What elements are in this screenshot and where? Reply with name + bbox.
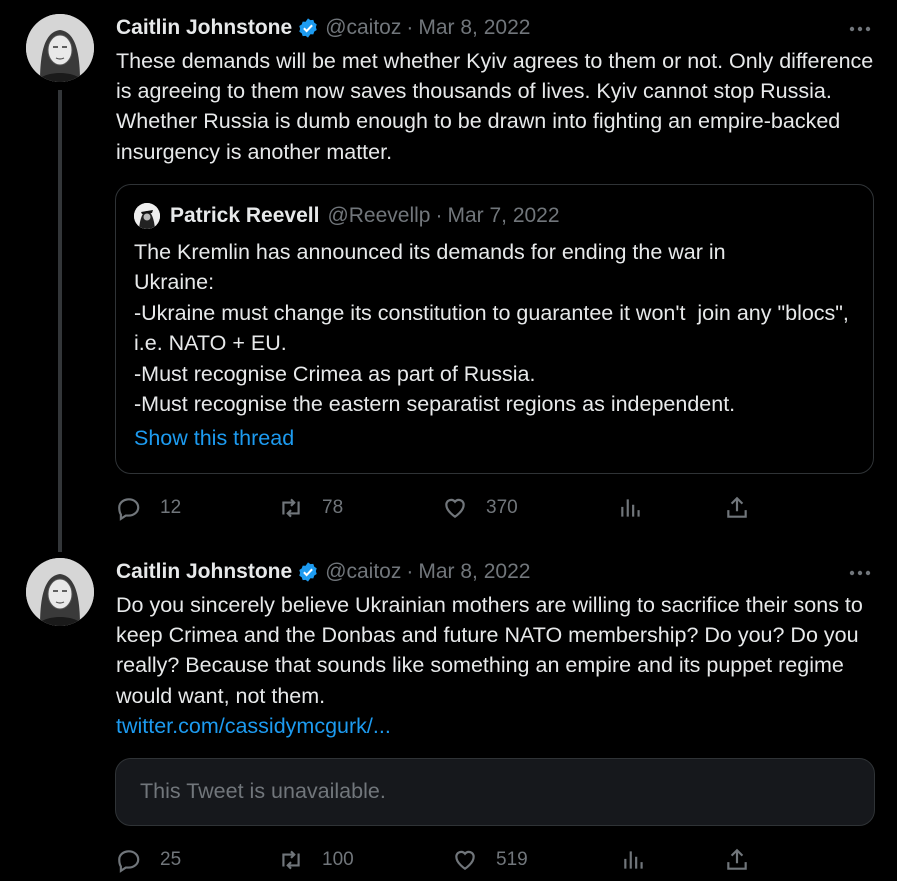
more-options-icon[interactable] <box>847 19 873 39</box>
tweet-text: Do you sincerely believe Ukrainian mothe… <box>116 590 876 741</box>
retweet-icon <box>282 850 300 870</box>
quoted-avatar-icon <box>134 203 160 229</box>
author-handle[interactable]: @caitoz <box>325 16 401 40</box>
show-thread-link[interactable]: Show this thread <box>134 426 294 451</box>
reply-icon <box>118 498 140 521</box>
retweet-button[interactable]: 100 <box>278 845 354 875</box>
quoted-tweet[interactable]: Patrick Reevell @Reevellp · Mar 7, 2022 … <box>115 184 874 474</box>
reply-button[interactable]: 25 <box>116 845 181 875</box>
reply-icon <box>118 850 140 873</box>
author-handle[interactable]: @caitoz <box>325 560 401 584</box>
verified-badge-icon <box>299 18 317 38</box>
unavailable-text: This Tweet is unavailable. <box>140 779 386 803</box>
retweet-icon <box>282 498 300 518</box>
heart-icon <box>455 850 475 870</box>
quoted-tweet-date: Mar 7, 2022 <box>447 204 560 227</box>
tweet-header: Caitlin Johnstone @caitoz · Mar 8, 2022 <box>116 13 530 43</box>
header-separator: · <box>406 16 414 39</box>
tweet-header: Caitlin Johnstone @caitoz · Mar 8, 2022 <box>116 557 530 587</box>
share-button[interactable] <box>724 493 750 523</box>
avatar[interactable] <box>26 14 94 82</box>
quoted-author-handle: @Reevellp <box>327 204 431 227</box>
quoted-author-name: Patrick Reevell <box>170 204 320 227</box>
verified-badge-icon <box>299 562 317 582</box>
retweet-count: 100 <box>322 849 354 870</box>
tweet-2[interactable]: Caitlin Johnstone @caitoz · Mar 8, 2022 … <box>0 540 897 881</box>
tweet-actions: 12 78 370 <box>116 493 756 523</box>
tweet-1[interactable]: Caitlin Johnstone @caitoz · Mar 8, 2022 … <box>0 0 897 540</box>
analytics-icon <box>621 499 640 517</box>
tweet-date[interactable]: Mar 8, 2022 <box>418 560 530 584</box>
tweet-link[interactable]: twitter.com/cassidymcgurk/... <box>116 714 391 738</box>
reply-button[interactable]: 12 <box>116 493 181 523</box>
quoted-tweet-header: Patrick Reevell @Reevellp · Mar 7, 2022 <box>134 203 560 229</box>
reply-count: 25 <box>160 849 182 870</box>
tweet-date[interactable]: Mar 8, 2022 <box>418 16 530 40</box>
like-count: 519 <box>496 849 528 870</box>
analytics-icon <box>624 851 643 869</box>
share-icon <box>727 848 747 870</box>
share-icon <box>727 496 747 518</box>
like-button[interactable]: 370 <box>442 493 518 523</box>
avatar[interactable] <box>26 558 94 626</box>
quoted-avatar <box>134 203 160 229</box>
share-button[interactable] <box>724 845 750 875</box>
heart-icon <box>445 498 465 518</box>
like-button[interactable]: 519 <box>452 845 528 875</box>
reply-count: 12 <box>160 497 182 518</box>
like-count: 370 <box>486 497 518 518</box>
avatar-portrait-icon <box>26 14 94 82</box>
author-name[interactable]: Caitlin Johnstone <box>116 560 292 584</box>
quoted-tweet-text: The Kremlin has announced its demands fo… <box>134 240 849 417</box>
retweet-count: 78 <box>322 497 344 518</box>
unavailable-tweet-card: This Tweet is unavailable. <box>115 758 875 826</box>
quoted-header-separator: · <box>435 204 443 227</box>
author-name[interactable]: Caitlin Johnstone <box>116 16 292 40</box>
analytics-button[interactable] <box>621 845 647 875</box>
tweet-actions: 25 100 519 <box>116 845 756 875</box>
analytics-button[interactable] <box>618 493 644 523</box>
tweet-text-content: Do you sincerely believe Ukrainian mothe… <box>116 593 869 708</box>
more-options-icon[interactable] <box>847 563 873 583</box>
retweet-button[interactable]: 78 <box>278 493 343 523</box>
header-separator: · <box>406 560 414 583</box>
tweet-text: These demands will be met whether Kyiv a… <box>116 49 880 164</box>
avatar-portrait-icon <box>26 558 94 626</box>
